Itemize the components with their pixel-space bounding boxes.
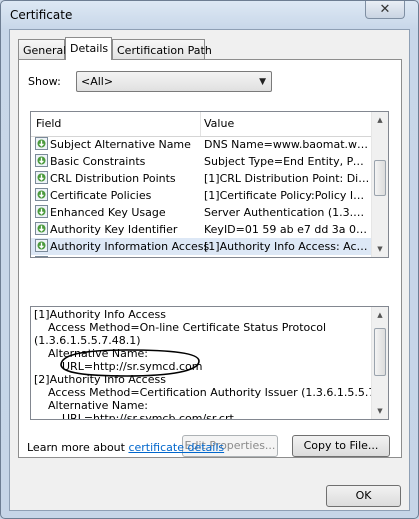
detail-line: Access Method=Certification Authority Is… — [48, 386, 389, 399]
field-value: KeyID=01 59 ab e7 dd 3a 0b ... — [204, 223, 370, 236]
column-divider[interactable] — [200, 112, 201, 136]
detail-scrollbar[interactable]: ▲ ▼ — [371, 307, 388, 419]
certificate-field-icon — [35, 222, 48, 235]
column-header-field[interactable]: Field — [36, 117, 61, 130]
scroll-down-arrow-icon[interactable]: ▼ — [374, 404, 386, 418]
detail-line: [2]Authority Info Access — [34, 373, 166, 386]
copy-to-file-button[interactable]: Copy to File... — [292, 435, 390, 457]
details-tab-panel: Show: <All> ▼ Field Value Subject Altern… — [18, 59, 402, 458]
field-name: CRL Distribution Points — [50, 172, 176, 185]
scrollbar-thumb[interactable] — [374, 328, 386, 376]
field-value: 04 81 f1 00 ef 00 76 00 a4 b9 ... — [204, 257, 370, 258]
scroll-down-arrow-icon[interactable]: ▼ — [374, 242, 386, 256]
detail-line: [1]Authority Info Access — [34, 308, 166, 321]
field-name: Authority Information Access — [50, 240, 210, 253]
field-list[interactable]: Field Value Subject Alternative Name DNS … — [30, 111, 389, 258]
field-value: [1]CRL Distribution Point: Distr... — [204, 172, 370, 185]
field-row[interactable]: 1.3.6.1.4.1.11129.2.4.2 04 81 f1 00 ef 00… — [31, 255, 372, 258]
detail-line: (1.3.6.1.5.5.7.48.1) — [34, 334, 141, 347]
ok-button[interactable]: OK — [326, 485, 401, 507]
scroll-up-arrow-icon[interactable]: ▲ — [374, 308, 386, 322]
chevron-down-icon: ▼ — [259, 77, 266, 87]
certificate-field-icon — [35, 205, 48, 218]
field-row[interactable]: Authority Key Identifier KeyID=01 59 ab e… — [31, 221, 372, 238]
certificate-field-icon — [35, 171, 48, 184]
field-row[interactable]: Basic Constraints Subject Type=End Entity… — [31, 153, 372, 170]
show-dropdown[interactable]: <All> ▼ — [76, 71, 272, 92]
list-header: Field Value — [31, 112, 372, 137]
field-name: Authority Key Identifier — [50, 223, 178, 236]
field-row[interactable]: CRL Distribution Points [1]CRL Distributi… — [31, 170, 372, 187]
field-row[interactable]: Authority Information Access [1]Authority… — [31, 238, 372, 255]
detail-line: URL=http://sr.symcb.com/sr.crt — [62, 412, 234, 420]
field-value: [1]Authority Info Access: Acc... — [204, 240, 370, 253]
title-bar: Certificate — [1, 1, 418, 29]
field-value: Server Authentication (1.3.6.... — [204, 206, 370, 219]
scroll-up-arrow-icon[interactable]: ▲ — [374, 113, 386, 127]
close-button[interactable]: ✕ — [365, 1, 405, 19]
tab-details[interactable]: Details — [65, 37, 112, 60]
field-name: Certificate Policies — [50, 189, 152, 202]
close-icon: ✕ — [379, 2, 391, 17]
certificate-details-link[interactable]: certificate details — [128, 441, 224, 454]
field-value: Subject Type=End Entity, Pat... — [204, 155, 370, 168]
detail-line: URL=http://sr.symcd.com — [62, 360, 203, 373]
certificate-field-icon — [35, 154, 48, 167]
tab-general[interactable]: General — [18, 39, 67, 59]
field-name: 1.3.6.1.4.1.11129.2.4.2 — [50, 257, 179, 258]
certificate-field-icon — [35, 239, 48, 252]
certificate-field-icon — [35, 137, 48, 150]
certificate-field-icon — [35, 256, 48, 257]
detail-line: Alternative Name: — [48, 399, 149, 412]
window-title: Certificate — [10, 8, 73, 22]
detail-text-box[interactable]: [1]Authority Info Access Access Method=O… — [30, 306, 389, 420]
field-name: Basic Constraints — [50, 155, 146, 168]
field-list-scrollbar[interactable]: ▲ ▼ — [371, 112, 388, 257]
show-dropdown-value: <All> — [81, 75, 114, 88]
tab-label: Certification Path — [117, 44, 212, 57]
field-row[interactable]: Subject Alternative Name DNS Name=www.bao… — [31, 136, 372, 153]
dialog-body: General Details Certification Path Show:… — [9, 29, 410, 511]
field-name: Subject Alternative Name — [50, 138, 191, 151]
tab-label: Details — [70, 42, 109, 55]
field-name: Enhanced Key Usage — [50, 206, 166, 219]
learn-more-prefix: Learn more about — [27, 441, 129, 454]
field-row[interactable]: Certificate Policies [1]Certificate Polic… — [31, 187, 372, 204]
field-value: DNS Name=www.baomat.web... — [204, 138, 370, 151]
certificate-window: Certificate ✕ General Details Certificat… — [0, 0, 419, 519]
learn-more-text: Learn more about certificate details — [27, 441, 224, 454]
detail-line: Access Method=On-line Certificate Status… — [48, 321, 327, 334]
tab-label: General — [23, 44, 67, 57]
certificate-field-icon — [35, 188, 48, 201]
detail-line: Alternative Name: — [48, 347, 149, 360]
tab-certification-path[interactable]: Certification Path — [112, 39, 212, 59]
show-label: Show: — [28, 75, 61, 88]
field-value: [1]Certificate Policy:Policy Ide... — [204, 189, 370, 202]
column-header-value[interactable]: Value — [204, 117, 234, 130]
field-row[interactable]: Enhanced Key Usage Server Authentication … — [31, 204, 372, 221]
scrollbar-thumb[interactable] — [374, 160, 386, 196]
